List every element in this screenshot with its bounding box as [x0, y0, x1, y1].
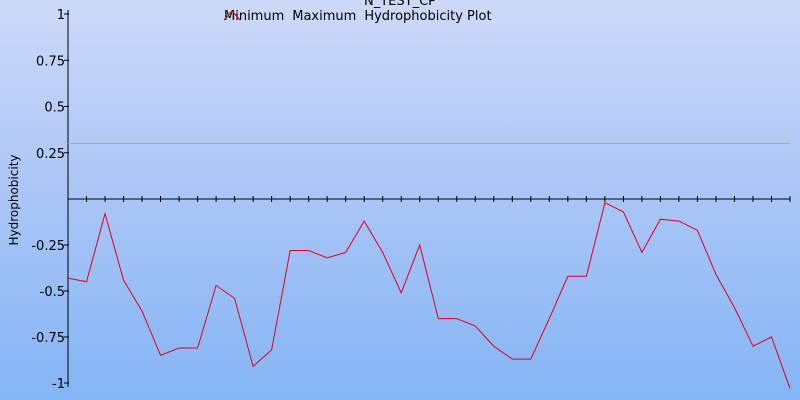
- y-tick-label: 0.25: [36, 147, 65, 162]
- y-tick-label: 0.5: [44, 101, 65, 116]
- y-tick-label: -0.25: [31, 239, 65, 254]
- chart-svg: 1 0.75 0.5 0.25 -0.25 -0.5 -0.75 -1: [31, 8, 791, 392]
- y-tick-label: 0.75: [36, 54, 65, 69]
- y-tick-label: -0.75: [31, 331, 65, 346]
- plot-area: N_TEST_CP Minimum Maximum Hydrophobicity…: [0, 0, 800, 400]
- series-line-hydrophobicity-plot: [67, 201, 791, 389]
- y-tick-label: 1: [57, 8, 65, 23]
- y-tick-label: -0.5: [40, 285, 65, 300]
- y-tick-label: -1: [52, 377, 65, 392]
